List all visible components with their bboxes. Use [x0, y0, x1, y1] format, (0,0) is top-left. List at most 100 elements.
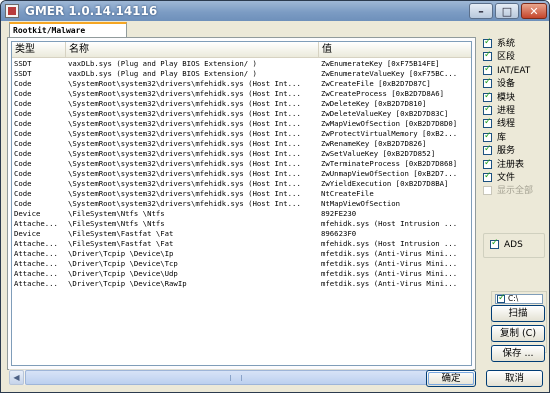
ok-button[interactable]: 确定 [426, 370, 476, 387]
cell-name: \SystemRoot\system32\drivers\mfehidk.sys… [68, 159, 301, 168]
cell-value: ZwUnmapViewOfSection [0xB2D7... [321, 169, 458, 178]
drive-label: C:\ [508, 294, 519, 303]
checkbox-box[interactable] [483, 91, 492, 102]
checkbox-ads[interactable]: ADS [490, 238, 540, 252]
table-row[interactable]: Attache... \FileSystem\Ntfs \Ntfs mfehidk.… [12, 219, 471, 229]
drive-checkbox[interactable] [497, 293, 506, 303]
checkbox-option[interactable]: 注册表 [483, 158, 545, 172]
table-row[interactable]: SSDT vaxDLb.sys (Plug and Play BIOS Exten… [12, 69, 471, 79]
cell-name: \SystemRoot\system32\drivers\mfehidk.sys… [68, 149, 301, 158]
table-row[interactable]: SSDT vaxDLb.sys (Plug and Play BIOS Exten… [12, 59, 471, 69]
cell-value: ZwEnumerateKey [0xF75B14FE] [321, 59, 440, 68]
drive-list[interactable]: C:\ [495, 293, 543, 304]
cell-name: \SystemRoot\system32\drivers\mfehidk.sys… [68, 179, 301, 188]
table-row[interactable]: Code \SystemRoot\system32\drivers\mfehidk… [12, 129, 471, 139]
table-row[interactable]: Device \FileSystem\Ntfs \Ntfs 892FE230 [12, 209, 471, 219]
cell-value: ZwProtectVirtualMemory [0xB2... [321, 129, 458, 138]
save-button[interactable]: 保存 ... [491, 345, 545, 362]
checkbox-box[interactable] [483, 117, 492, 129]
table-row[interactable]: Code \SystemRoot\system32\drivers\mfehidk… [12, 149, 471, 159]
table-row[interactable]: Attache... \Driver\Tcpip \Device\Tcp mfetd… [12, 259, 471, 269]
cell-name: vaxDLb.sys (Plug and Play BIOS Extension… [68, 59, 257, 68]
maximize-button[interactable]: □ [495, 3, 519, 19]
checkbox-box [483, 186, 492, 196]
column-header-type[interactable]: 类型 [12, 42, 66, 57]
checkbox-box[interactable] [490, 238, 499, 249]
cell-value: mfetdik.sys (Anti-Virus Mini... [321, 259, 458, 268]
horizontal-scrollbar[interactable]: ◀ ▶ [9, 369, 473, 385]
cell-value: 896623F0 [321, 229, 357, 238]
maximize-icon: □ [501, 5, 513, 18]
cell-value: mfetdik.sys (Anti-Virus Mini... [321, 279, 458, 288]
cell-name: \SystemRoot\system32\drivers\mfehidk.sys… [68, 99, 301, 108]
cancel-button[interactable]: 取消 [486, 370, 543, 387]
title-bar[interactable]: GMER 1.0.14.14116 – □ ✕ [1, 1, 549, 21]
cell-value: mfehidk.sys (Host Intrusion ... [321, 219, 458, 228]
checkbox-option[interactable]: 设备 [483, 77, 545, 91]
scroll-left-arrow-icon[interactable]: ◀ [9, 370, 24, 385]
table-row[interactable]: Code \SystemRoot\system32\drivers\mfehidk… [12, 99, 471, 109]
tab-rootkit-malware[interactable]: Rootkit/Malware [9, 22, 127, 38]
checkbox-option[interactable]: 区段 [483, 50, 545, 64]
checkbox-box[interactable] [483, 77, 492, 89]
table-row[interactable]: Attache... \FileSystem\Fastfat \Fat mfehid… [12, 239, 471, 249]
table-row[interactable]: Attache... \Driver\Tcpip \Device\RawIp mfe… [12, 279, 471, 289]
checkbox-option: 显示全部 [483, 185, 545, 198]
checkbox-option[interactable]: IAT/EAT [483, 64, 545, 78]
table-row[interactable]: Code \SystemRoot\system32\drivers\mfehidk… [12, 169, 471, 179]
checkbox-box[interactable] [483, 50, 492, 62]
table-row[interactable]: Code \SystemRoot\system32\drivers\mfehidk… [12, 79, 471, 89]
ads-group: ADS [483, 233, 545, 258]
checkbox-option[interactable]: 模块 [483, 91, 545, 105]
table-row[interactable]: Code \SystemRoot\system32\drivers\mfehidk… [12, 179, 471, 189]
cell-name: \SystemRoot\system32\drivers\mfehidk.sys… [68, 129, 301, 138]
cell-name: \SystemRoot\system32\drivers\mfehidk.sys… [68, 79, 301, 88]
checkbox-option[interactable]: 服务 [483, 144, 545, 158]
checkbox-label: 模块 [497, 92, 516, 103]
table-row[interactable]: Code \SystemRoot\system32\drivers\mfehidk… [12, 189, 471, 199]
cell-value: ZwTerminateProcess [0xB2D7D868] [321, 159, 458, 168]
scrollbar-thumb[interactable] [25, 370, 445, 385]
close-button[interactable]: ✕ [521, 3, 547, 19]
cell-name: \Driver\Tcpip \Device\RawIp [68, 279, 187, 288]
checkbox-option[interactable]: 线程 [483, 117, 545, 131]
cell-name: \FileSystem\Fastfat \Fat [68, 229, 174, 238]
cell-type: SSDT [14, 59, 32, 68]
checkbox-box[interactable] [483, 171, 492, 182]
checkbox-box[interactable] [483, 64, 492, 75]
cell-type: Attache... [14, 269, 58, 278]
copy-button[interactable]: 复制 (C) [491, 325, 545, 342]
checkbox-option[interactable]: 文件 [483, 171, 545, 185]
table-row[interactable]: Code \SystemRoot\system32\drivers\mfehidk… [12, 199, 471, 209]
scan-button[interactable]: 扫描 [491, 305, 545, 322]
results-list[interactable]: 类型 名称 值 SSDT vaxDLb.sys (Plug and Play BI… [11, 41, 472, 366]
checkbox-option[interactable]: 系统 [483, 37, 545, 51]
table-row[interactable]: Code \SystemRoot\system32\drivers\mfehidk… [12, 159, 471, 169]
cell-name: \Driver\Tcpip \Device\Ip [68, 249, 174, 258]
minimize-button[interactable]: – [469, 3, 493, 19]
table-row[interactable]: Code \SystemRoot\system32\drivers\mfehidk… [12, 109, 471, 119]
cell-type: Code [14, 79, 32, 88]
checkbox-label: 服务 [497, 146, 516, 157]
table-row[interactable]: Code \SystemRoot\system32\drivers\mfehidk… [12, 139, 471, 149]
cell-value: ZwSetValueKey [0xB2D7D852] [321, 149, 436, 158]
cell-name: \SystemRoot\system32\drivers\mfehidk.sys… [68, 119, 301, 128]
cell-type: Code [14, 179, 32, 188]
checkbox-box[interactable] [483, 37, 492, 48]
column-header-value[interactable]: 值 [319, 42, 471, 57]
checkbox-box[interactable] [483, 158, 492, 169]
table-row[interactable]: Code \SystemRoot\system32\drivers\mfehidk… [12, 89, 471, 99]
scrollbar-grip [230, 375, 242, 381]
table-row[interactable]: Attache... \Driver\Tcpip \Device\Ip mfetdi… [12, 249, 471, 259]
table-row[interactable]: Device \FileSystem\Fastfat \Fat 896623F0 [12, 229, 471, 239]
cell-type: Attache... [14, 219, 58, 228]
checkbox-box[interactable] [483, 144, 492, 156]
cell-name: \SystemRoot\system32\drivers\mfehidk.sys… [68, 169, 301, 178]
column-header-name[interactable]: 名称 [66, 42, 319, 57]
checkbox-option[interactable]: 库 [483, 131, 545, 145]
checkbox-box[interactable] [483, 104, 492, 115]
checkbox-option[interactable]: 进程 [483, 104, 545, 118]
table-row[interactable]: Code \SystemRoot\system32\drivers\mfehidk… [12, 119, 471, 129]
checkbox-box[interactable] [483, 131, 492, 142]
table-row[interactable]: Attache... \Driver\Tcpip \Device\Udp mfetd… [12, 269, 471, 279]
